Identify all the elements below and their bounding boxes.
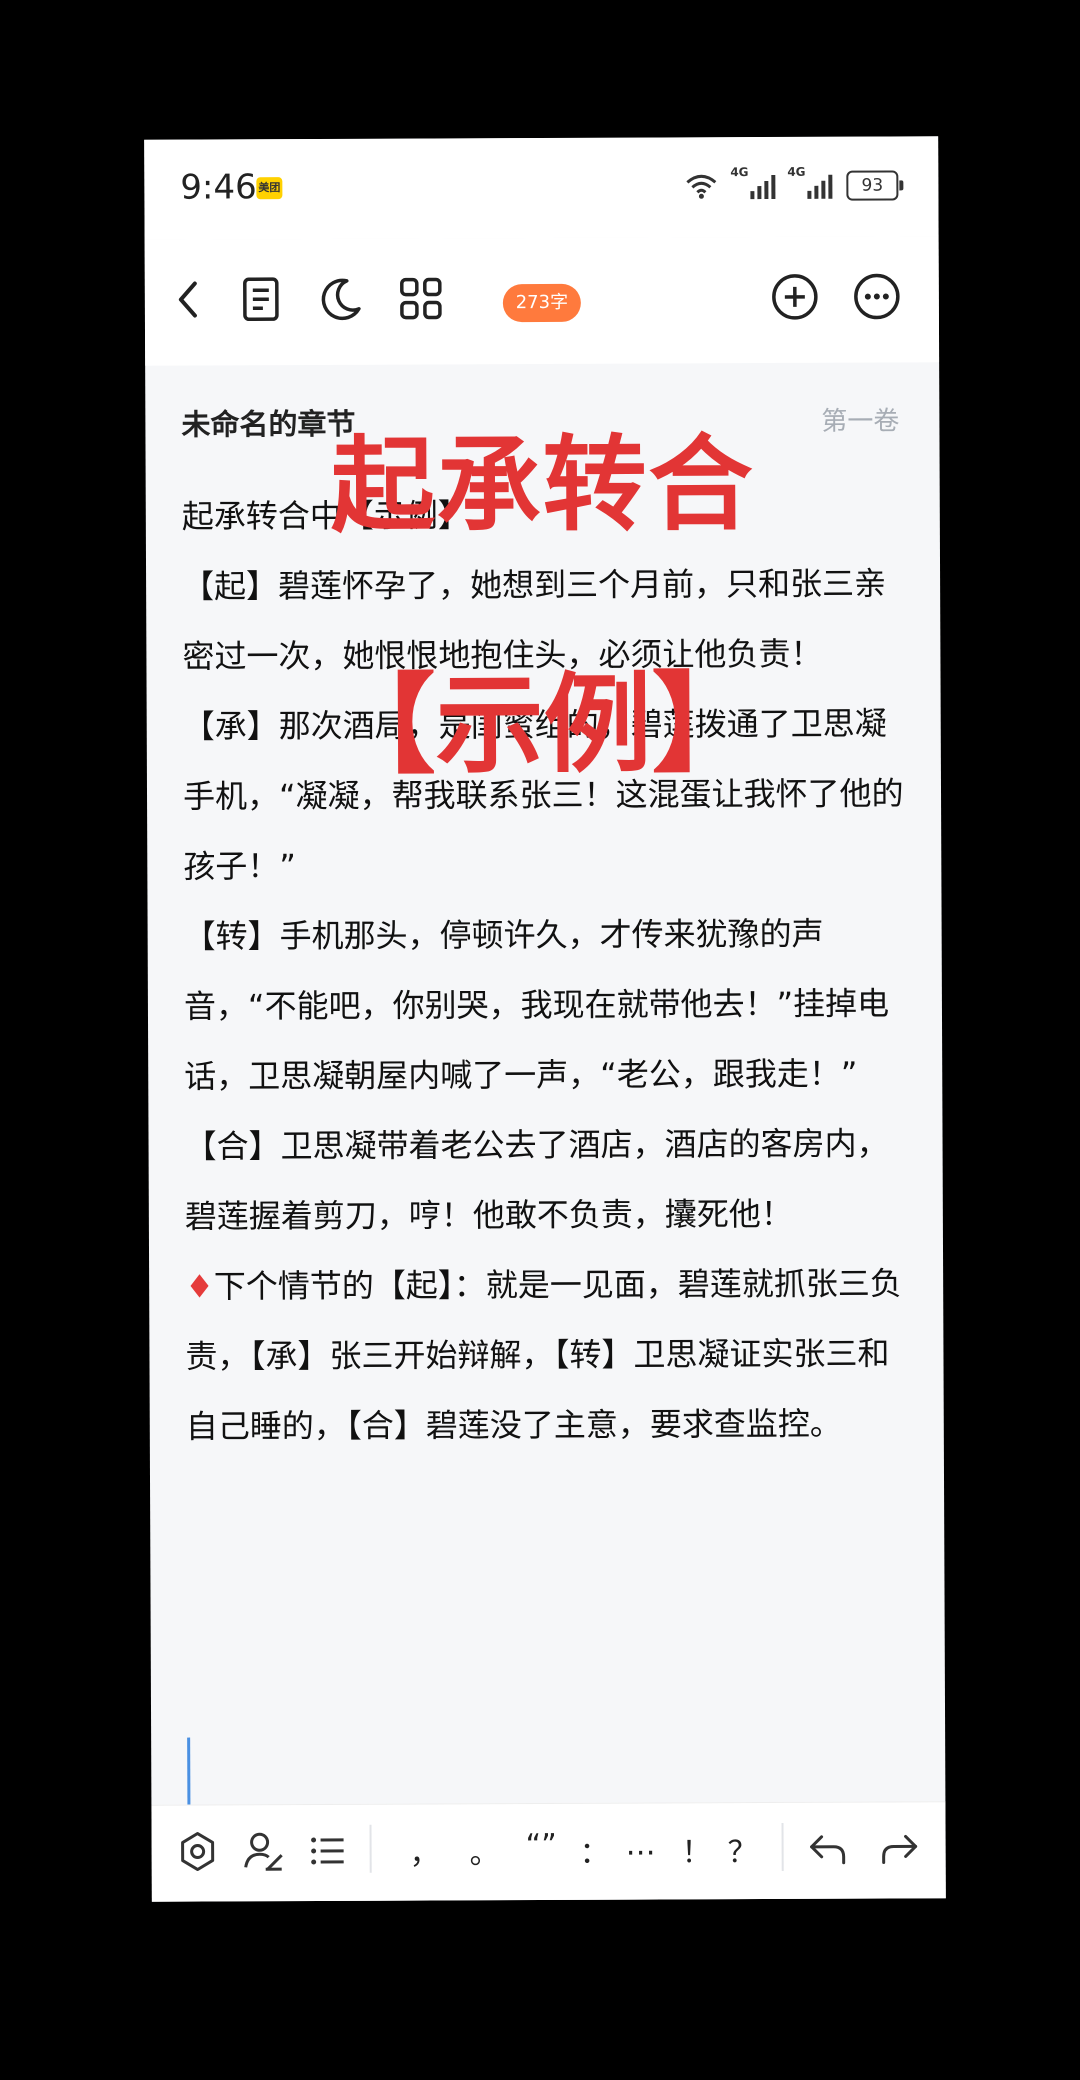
punct-quotes[interactable]: “” — [526, 1828, 557, 1863]
night-mode-moon-icon[interactable] — [313, 271, 369, 327]
cell-signal-1-icon: 4G — [730, 165, 776, 200]
back-arrow-icon[interactable] — [161, 271, 217, 327]
punct-exclamation[interactable]: ！ — [682, 1827, 712, 1871]
user-edit-icon[interactable] — [240, 1827, 288, 1875]
add-circle-icon[interactable] — [767, 269, 823, 325]
text-cursor — [187, 1737, 191, 1806]
status-time: 9:46 — [180, 167, 257, 208]
overlay-subtitle: 【示例】 — [327, 662, 760, 789]
undo-icon[interactable] — [804, 1825, 852, 1873]
status-bar: 9:46 美团 4G 4G 93 — [144, 136, 939, 240]
settings-hexagon-icon[interactable] — [174, 1827, 222, 1875]
list-icon[interactable] — [304, 1827, 352, 1875]
punct-colon[interactable]: ： — [580, 1828, 610, 1872]
word-count-badge: 273字 — [502, 283, 581, 323]
redo-icon[interactable] — [876, 1824, 924, 1872]
punct-ellipsis[interactable]: … — [626, 1828, 656, 1863]
battery-icon: 93 — [846, 170, 899, 201]
meituan-badge: 美团 — [256, 177, 283, 200]
phone-screen: 9:46 美团 4G 4G 93 273字 未命名的章节 第一卷 起承转合中【示… — [144, 136, 946, 1902]
status-icons: 4G 4G 93 — [684, 165, 899, 201]
cell-signal-2-icon: 4G — [787, 165, 833, 199]
input-toolbar: ， 。 “” ： … ！ ？ — [151, 1801, 946, 1902]
editor-content[interactable]: 起承转合中【示例】 【起】碧莲怀孕了，她想到三个月前，只和张三亲密过一次，她恨恨… — [182, 478, 916, 1461]
red-diamond-icon: ♦ — [185, 1267, 214, 1306]
outline-document-icon[interactable] — [233, 271, 289, 327]
punct-period[interactable]: 。 — [470, 1828, 500, 1872]
paragraph: 【转】手机那头，停顿许久，才传来犹豫的声音，“不能吧，你别哭，我现在就带他去！”… — [183, 914, 890, 1096]
divider — [369, 1824, 372, 1873]
paragraph-text: 下个情节的【起】：就是一见面，碧莲就抓张三负责，【承】张三开始辩解，【转】卫思凝… — [185, 1264, 902, 1446]
divider — [781, 1822, 784, 1871]
overlay-title: 起承转合 — [330, 423, 755, 547]
paragraph: 【合】卫思凝带着老公去了酒店，酒店的客房内，碧莲握着剪刀，哼！他敢不负责，攮死他… — [184, 1124, 889, 1236]
more-options-icon[interactable] — [849, 268, 905, 324]
punct-question[interactable]: ？ — [728, 1827, 758, 1871]
grid-menu-icon[interactable] — [393, 270, 449, 326]
wifi-icon — [686, 174, 717, 199]
paragraph: ♦下个情节的【起】：就是一见面，碧莲就抓张三负责，【承】张三开始辩解，【转】卫思… — [185, 1248, 916, 1461]
editor-toolbar: 273字 — [144, 236, 940, 366]
punct-comma[interactable]: ， — [410, 1828, 440, 1872]
